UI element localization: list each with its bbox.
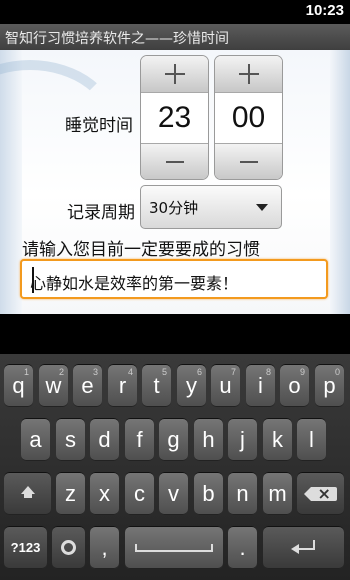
key-d[interactable]: d bbox=[90, 418, 119, 461]
key-j[interactable]: j bbox=[228, 418, 257, 461]
key-label: e bbox=[81, 372, 94, 398]
key-x[interactable]: x bbox=[90, 472, 119, 515]
hour-decrement-button[interactable] bbox=[141, 143, 208, 179]
status-time: 10:23 bbox=[305, 2, 344, 19]
backspace-icon bbox=[303, 484, 337, 503]
soft-keyboard: q1 w2 e3 r4 t5 y6 u7 i8 o9 p0 a s d f g … bbox=[0, 354, 350, 580]
key-o[interactable]: o9 bbox=[280, 364, 309, 407]
key-t[interactable]: t5 bbox=[142, 364, 171, 407]
key-label: q bbox=[12, 372, 25, 398]
habit-input[interactable]: 心静如水是效率的第一要素！ bbox=[20, 259, 328, 299]
symbols-key-label: ?123 bbox=[10, 540, 41, 555]
minute-increment-button[interactable] bbox=[215, 56, 282, 93]
hour-increment-button[interactable] bbox=[141, 56, 208, 93]
window-title: 智知行习惯培养软件之——珍惜时间 bbox=[5, 31, 229, 47]
key-hint: 7 bbox=[230, 367, 236, 377]
key-hint: 3 bbox=[92, 367, 98, 377]
shift-icon bbox=[20, 485, 36, 502]
minus-icon bbox=[239, 161, 258, 163]
habit-input-text: 心静如水是效率的第一要素！ bbox=[30, 274, 239, 293]
key-q[interactable]: q1 bbox=[4, 364, 33, 407]
record-period-dropdown[interactable]: 30分钟 bbox=[140, 185, 282, 229]
key-hint: 4 bbox=[127, 367, 133, 377]
key-label: p bbox=[323, 372, 336, 398]
key-r[interactable]: r4 bbox=[108, 364, 137, 407]
key-hint: 8 bbox=[265, 367, 271, 377]
plus-icon bbox=[164, 64, 185, 84]
status-bar: 10:23 bbox=[0, 0, 350, 24]
key-n[interactable]: n bbox=[228, 472, 257, 515]
text-cursor bbox=[32, 267, 34, 293]
period-key[interactable]: . bbox=[228, 526, 257, 569]
minute-decrement-button[interactable] bbox=[215, 143, 282, 179]
key-label: u bbox=[219, 372, 232, 398]
minute-picker: 00 bbox=[214, 55, 283, 180]
comma-key[interactable]: , bbox=[90, 526, 119, 569]
key-hint: 5 bbox=[161, 367, 167, 377]
space-icon bbox=[135, 543, 213, 552]
key-p[interactable]: p0 bbox=[315, 364, 344, 407]
key-a[interactable]: a bbox=[21, 418, 50, 461]
key-v[interactable]: v bbox=[159, 472, 188, 515]
key-label: r bbox=[118, 372, 127, 398]
key-hint: 9 bbox=[299, 367, 305, 377]
app-content: 睡觉时间 23 00 记录周期 30分钟 请输入您目前一定要要成的习惯 心静如水… bbox=[0, 50, 350, 314]
title-bar: 智知行习惯培养软件之——珍惜时间 bbox=[0, 24, 350, 51]
key-z[interactable]: z bbox=[56, 472, 85, 515]
key-m[interactable]: m bbox=[263, 472, 292, 515]
space-key[interactable] bbox=[125, 526, 223, 569]
hour-picker: 23 bbox=[140, 55, 209, 180]
key-label: y bbox=[186, 372, 197, 398]
habit-prompt-label: 请输入您目前一定要要成的习惯 bbox=[22, 240, 260, 260]
key-i[interactable]: i8 bbox=[246, 364, 275, 407]
key-u[interactable]: u7 bbox=[211, 364, 240, 407]
backspace-key[interactable] bbox=[297, 472, 344, 515]
key-label: i bbox=[258, 372, 263, 398]
key-l[interactable]: l bbox=[297, 418, 326, 461]
settings-key[interactable] bbox=[52, 526, 85, 569]
key-hint: 1 bbox=[23, 367, 29, 377]
symbols-key[interactable]: ?123 bbox=[4, 526, 47, 569]
minute-value[interactable]: 00 bbox=[215, 93, 282, 143]
shift-key[interactable] bbox=[4, 472, 51, 515]
key-label: o bbox=[288, 372, 301, 398]
key-k[interactable]: k bbox=[263, 418, 292, 461]
record-period-value: 30分钟 bbox=[149, 199, 199, 217]
background-decoration bbox=[330, 50, 350, 314]
minus-icon bbox=[165, 161, 184, 163]
key-hint: 2 bbox=[58, 367, 64, 377]
key-c[interactable]: c bbox=[125, 472, 154, 515]
enter-icon bbox=[290, 539, 317, 556]
key-h[interactable]: h bbox=[194, 418, 223, 461]
key-hint: 6 bbox=[196, 367, 202, 377]
key-g[interactable]: g bbox=[159, 418, 188, 461]
enter-key[interactable] bbox=[263, 526, 344, 569]
key-hint: 0 bbox=[334, 367, 340, 377]
key-e[interactable]: e3 bbox=[73, 364, 102, 407]
empty-area bbox=[0, 314, 350, 354]
settings-icon bbox=[61, 540, 76, 555]
record-period-label: 记录周期 bbox=[67, 203, 135, 223]
key-label: t bbox=[153, 372, 160, 398]
key-f[interactable]: f bbox=[125, 418, 154, 461]
plus-icon bbox=[238, 64, 259, 84]
dropdown-arrow-icon bbox=[256, 204, 268, 211]
key-w[interactable]: w2 bbox=[39, 364, 68, 407]
key-s[interactable]: s bbox=[56, 418, 85, 461]
key-b[interactable]: b bbox=[194, 472, 223, 515]
hour-value[interactable]: 23 bbox=[141, 93, 208, 143]
key-y[interactable]: y6 bbox=[177, 364, 206, 407]
sleep-time-label: 睡觉时间 bbox=[65, 116, 133, 136]
